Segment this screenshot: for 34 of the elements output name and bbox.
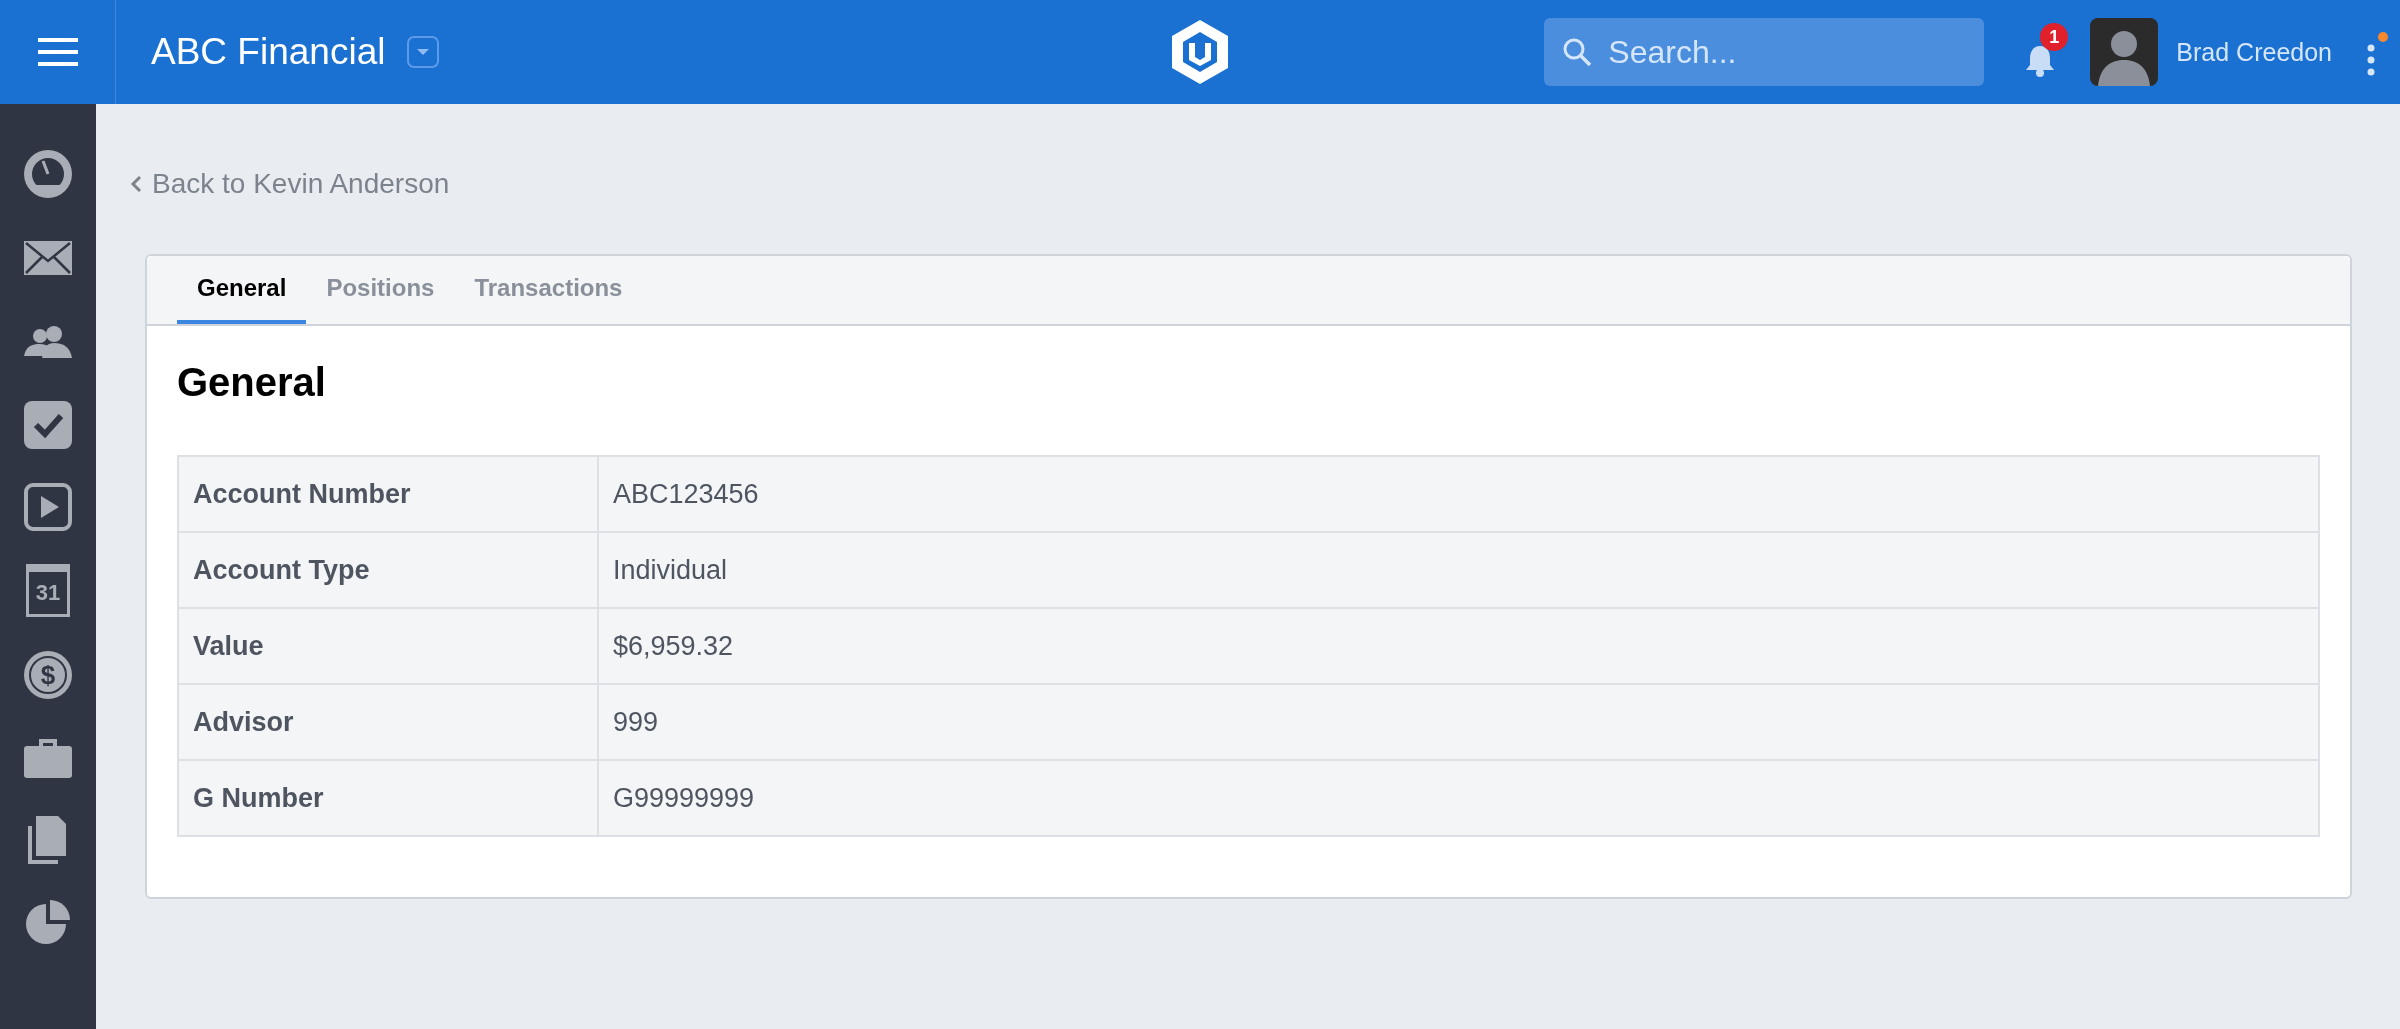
field-label-cell: Advisor bbox=[178, 684, 598, 760]
field-value-cell: Individual bbox=[598, 532, 2319, 608]
field-value-cell: $6,959.32 bbox=[598, 608, 2319, 684]
field-value-cell: 999 bbox=[598, 684, 2319, 760]
notification-count: 1 bbox=[2040, 23, 2069, 51]
dollar-coin-icon[interactable]: $ bbox=[23, 650, 73, 700]
section-title: General bbox=[177, 360, 327, 405]
pie-chart-icon[interactable] bbox=[24, 898, 72, 946]
gauge-icon[interactable] bbox=[23, 149, 73, 199]
menu-icon[interactable] bbox=[37, 38, 78, 66]
tab[interactable]: Positions bbox=[306, 256, 455, 324]
field-label-cell: G Number bbox=[178, 760, 598, 836]
chevron-left-icon bbox=[130, 175, 142, 193]
play-icon[interactable] bbox=[24, 483, 72, 531]
tab[interactable]: Transactions bbox=[454, 256, 643, 324]
field-label-cell: Account Type bbox=[178, 532, 598, 608]
calendar-icon[interactable]: 31 bbox=[26, 564, 70, 617]
back-link[interactable]: Back to Kevin Anderson bbox=[130, 168, 450, 200]
documents-icon[interactable] bbox=[28, 816, 68, 864]
field-label-cell: Value bbox=[178, 608, 598, 684]
checkbox-icon[interactable] bbox=[24, 401, 72, 449]
bell-icon[interactable] bbox=[2024, 43, 2057, 77]
search-field[interactable]: Search... bbox=[1544, 18, 1985, 86]
user-name[interactable]: Brad Creedon bbox=[2176, 37, 2332, 67]
field-value-cell: ABC123456 bbox=[598, 456, 2319, 532]
field-value-cell: G99999999 bbox=[598, 760, 2319, 836]
briefcase-icon[interactable] bbox=[24, 738, 72, 778]
search-icon bbox=[1562, 37, 1593, 67]
people-icon[interactable] bbox=[24, 326, 72, 358]
app-title: ABC Financial bbox=[151, 31, 386, 73]
field-label-cell: Account Number bbox=[178, 456, 598, 532]
avatar-silhouette[interactable] bbox=[2090, 18, 2159, 86]
envelope-icon[interactable] bbox=[24, 241, 72, 275]
tab[interactable]: General bbox=[177, 256, 307, 324]
